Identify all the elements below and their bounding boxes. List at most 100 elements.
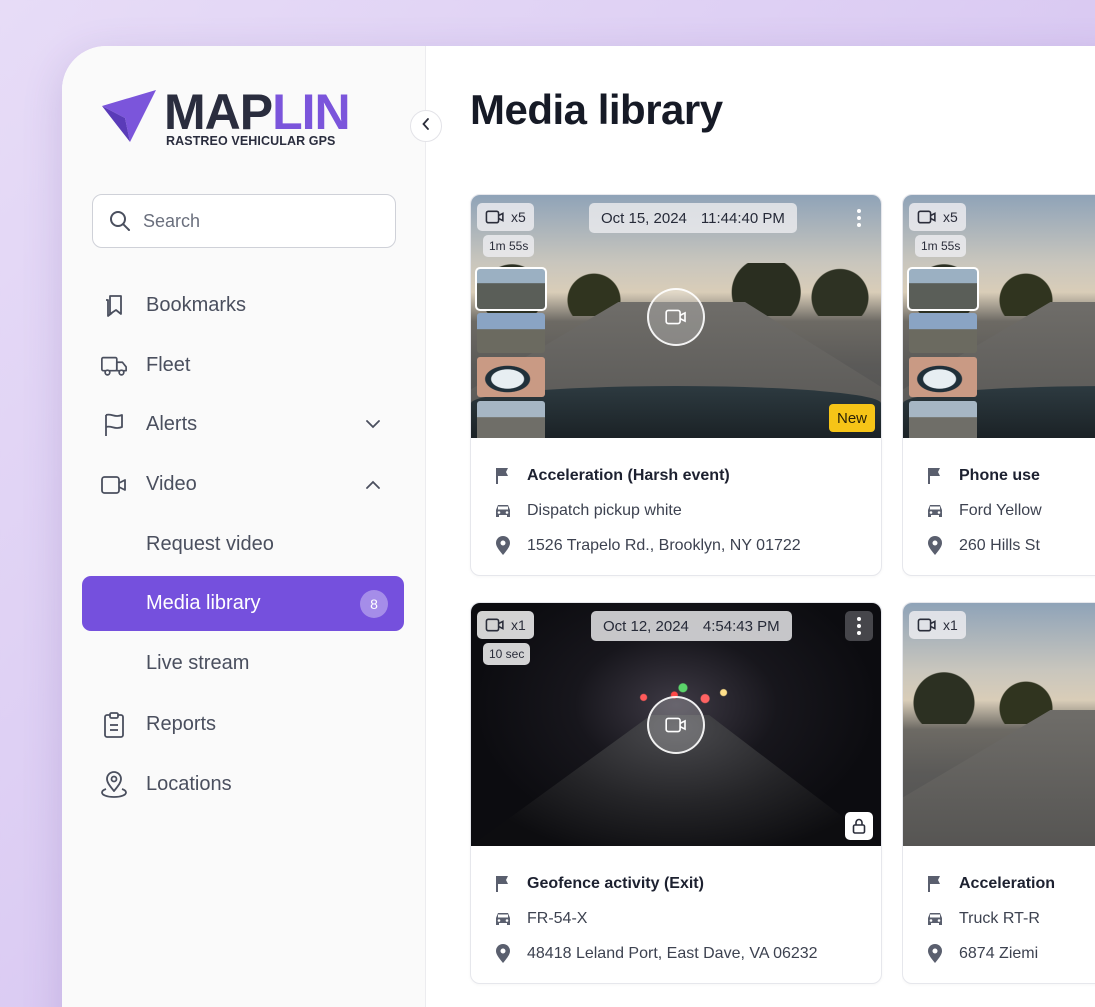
more-options-button[interactable]: [845, 611, 873, 641]
search-icon: [110, 211, 130, 231]
flag-icon: [925, 466, 945, 486]
card-details: Phone use Ford Yellow 260 Hills St: [903, 438, 1095, 575]
video-icon: [917, 618, 936, 632]
paper-plane-logo-icon: [102, 90, 156, 142]
sidebar-item-live-stream[interactable]: Live stream: [82, 636, 404, 691]
count-badge: 8: [360, 589, 388, 618]
brand-name-part2: LIN: [272, 84, 351, 140]
video-icon: [665, 309, 686, 324]
sidebar: MAPLIN RASTREO VEHICULAR GPS Bookmarks: [62, 46, 426, 1007]
brand-tagline: RASTREO VEHICULAR GPS: [166, 134, 336, 148]
event-row: Acceleration: [925, 866, 1095, 901]
media-card[interactable]: x5 1m 55s Oct 15, 2024 11:44:40 PM New A…: [470, 194, 882, 576]
address-row: 260 Hills St: [925, 528, 1095, 563]
camera-strip: [907, 267, 979, 438]
camera-thumb[interactable]: [477, 401, 545, 438]
camera-count-chip: x1: [477, 611, 534, 639]
vehicle-name[interactable]: FR-54-X: [527, 910, 587, 928]
sidebar-item-reports[interactable]: Reports: [82, 697, 404, 752]
chevron-up-icon[interactable]: [366, 476, 380, 494]
camera-count-chip: x5: [909, 203, 966, 231]
video-icon: [485, 210, 504, 224]
video-thumbnail[interactable]: x5 1m 55s: [903, 195, 1095, 438]
address: 48418 Leland Port, East Dave, VA 06232: [527, 944, 818, 962]
card-details: Geofence activity (Exit) FR-54-X 48418 L…: [471, 846, 881, 983]
camera-thumb[interactable]: [909, 357, 977, 397]
address-row: 48418 Leland Port, East Dave, VA 06232: [493, 936, 859, 971]
sidebar-item-fleet[interactable]: Fleet: [82, 338, 404, 393]
video-thumbnail[interactable]: x1: [903, 603, 1095, 846]
camera-thumb[interactable]: [477, 313, 545, 353]
brand-logo[interactable]: MAPLIN RASTREO VEHICULAR GPS: [100, 84, 370, 150]
vehicle-name[interactable]: Dispatch pickup white: [527, 502, 682, 520]
play-button[interactable]: [647, 695, 705, 754]
event-row: Geofence activity (Exit): [493, 866, 859, 901]
sidebar-item-locations[interactable]: Locations: [82, 757, 404, 812]
camera-count-chip: x5: [477, 203, 534, 231]
flag-icon: [493, 466, 513, 486]
dashcam-frame: [903, 603, 1095, 846]
event-type: Phone use: [959, 466, 1040, 484]
sidebar-item-alerts[interactable]: Alerts: [82, 397, 404, 452]
camera-count: x5: [943, 209, 958, 225]
collapse-sidebar-button[interactable]: [410, 110, 442, 142]
sidebar-item-label: Fleet: [146, 354, 191, 376]
sidebar-item-label: Reports: [146, 713, 217, 735]
camera-strip: [475, 267, 547, 438]
location-pin-icon: [100, 770, 128, 799]
flag-icon: [100, 411, 128, 439]
event-type: Geofence activity (Exit): [527, 874, 704, 892]
camera-count: x1: [943, 617, 958, 633]
event-row: Phone use: [925, 458, 1095, 493]
media-card[interactable]: x1 10 sec Oct 12, 2024 4:54:43 PM Geofen…: [470, 602, 882, 984]
video-icon: [665, 717, 686, 732]
media-card[interactable]: x1 Acceleration Truck RT-R 6874 Ziemi: [902, 602, 1095, 984]
date: Oct 12, 2024: [603, 617, 689, 635]
location-pin-icon: [925, 943, 945, 964]
car-icon: [493, 909, 513, 929]
clipboard-icon: [100, 711, 128, 739]
date: Oct 15, 2024: [601, 209, 687, 227]
scene-road: [903, 709, 1095, 846]
address: 6874 Ziemi: [959, 944, 1039, 962]
search-input[interactable]: [143, 210, 363, 232]
vehicle-row: FR-54-X: [493, 901, 859, 936]
app-window: MAPLIN RASTREO VEHICULAR GPS Bookmarks: [62, 46, 1095, 1007]
card-details: Acceleration (Harsh event) Dispatch pick…: [471, 438, 881, 575]
more-options-button[interactable]: [845, 203, 873, 233]
main-content: Media library x5 1m 55s Oct 15, 2024 11:…: [426, 46, 1095, 1007]
camera-count-chip: x1: [909, 611, 966, 639]
sidebar-item-media-library[interactable]: Media library 8: [82, 576, 404, 631]
camera-thumb[interactable]: [475, 267, 547, 311]
video-thumbnail[interactable]: x5 1m 55s Oct 15, 2024 11:44:40 PM New: [471, 195, 881, 438]
event-row: Acceleration (Harsh event): [493, 458, 859, 493]
location-pin-icon: [493, 535, 513, 556]
sidebar-item-label: Live stream: [146, 652, 250, 674]
camera-thumb[interactable]: [907, 267, 979, 311]
camera-thumb[interactable]: [477, 357, 545, 397]
location-pin-icon: [925, 535, 945, 556]
video-thumbnail[interactable]: x1 10 sec Oct 12, 2024 4:54:43 PM: [471, 603, 881, 846]
sidebar-item-bookmarks[interactable]: Bookmarks: [82, 278, 404, 333]
sidebar-item-request-video[interactable]: Request video: [82, 517, 404, 572]
sidebar-item-label: Alerts: [146, 413, 198, 435]
vehicle-name[interactable]: Ford Yellow: [959, 502, 1042, 520]
sidebar-item-video[interactable]: Video: [82, 457, 404, 512]
chevron-down-icon[interactable]: [366, 416, 380, 434]
more-vertical-icon: [857, 209, 861, 227]
address: 260 Hills St: [959, 536, 1040, 554]
address-row: 1526 Trapelo Rd., Brooklyn, NY 01722: [493, 528, 859, 563]
event-type: Acceleration: [959, 874, 1056, 892]
flag-icon: [925, 874, 945, 894]
vehicle-name[interactable]: Truck RT-R: [959, 910, 1040, 928]
search-box[interactable]: [92, 194, 396, 248]
lock-button[interactable]: [845, 812, 873, 840]
card-column-overflow: x5 1m 55s Phone use Ford Yellow 260 Hill…: [902, 194, 1095, 994]
card-details: Acceleration Truck RT-R 6874 Ziemi: [903, 846, 1095, 983]
media-card[interactable]: x5 1m 55s Phone use Ford Yellow 260 Hill…: [902, 194, 1095, 576]
camera-thumb[interactable]: [909, 401, 977, 438]
car-icon: [925, 909, 945, 929]
sidebar-item-label: Video: [146, 473, 197, 495]
play-button[interactable]: [647, 287, 705, 346]
camera-thumb[interactable]: [909, 313, 977, 353]
